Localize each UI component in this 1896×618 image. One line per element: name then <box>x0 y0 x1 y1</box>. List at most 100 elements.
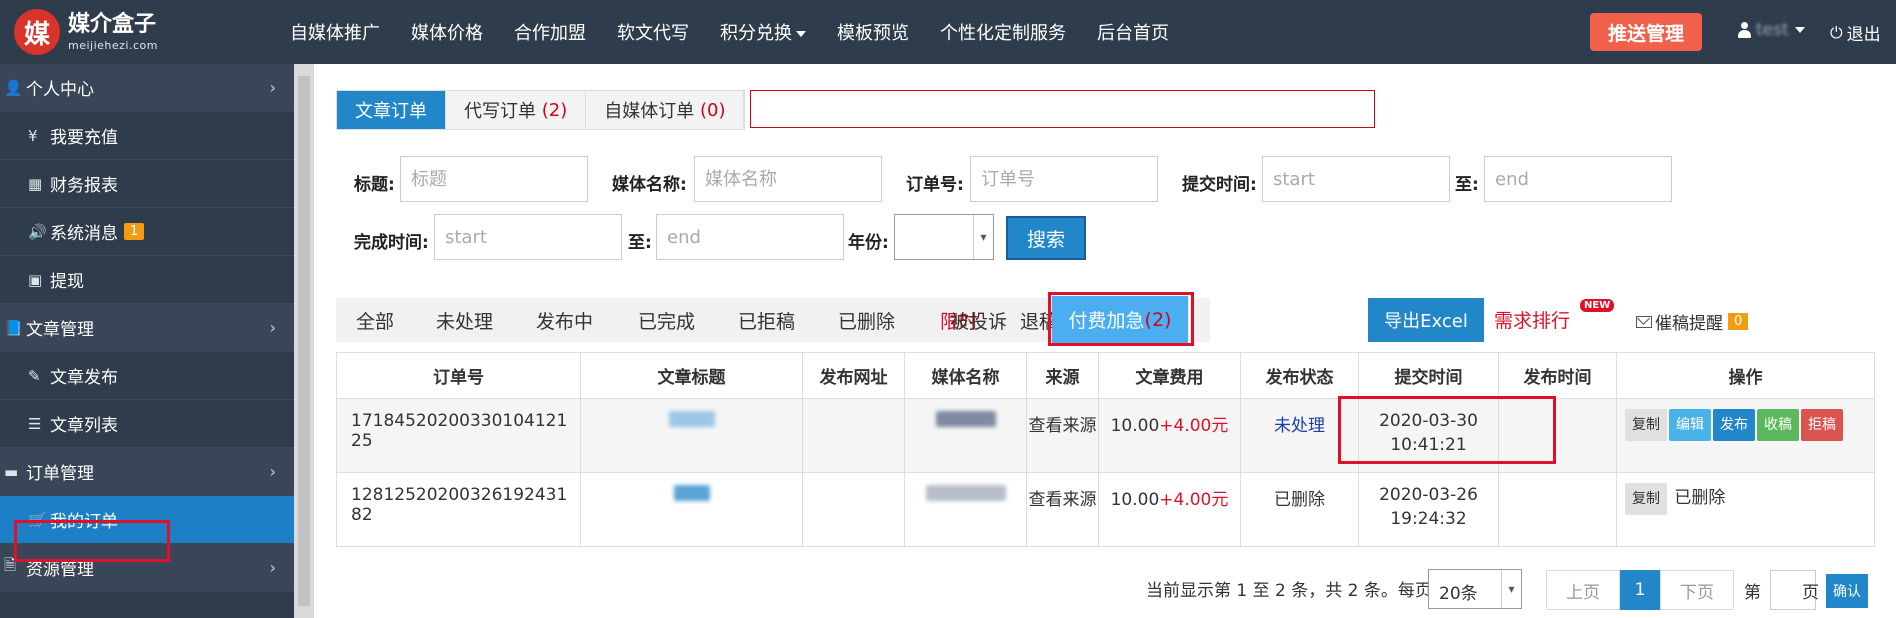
publish-time-cell <box>1498 472 1617 547</box>
col-header: 发布时间 <box>1498 352 1617 399</box>
article-title-cell[interactable] <box>580 472 803 547</box>
status-publishing[interactable]: 发布中 <box>536 298 593 342</box>
nav-media-price[interactable]: 媒体价格 <box>411 19 483 45</box>
receive-button[interactable]: 收稿 <box>1757 409 1799 441</box>
nav-self-media[interactable]: 自媒体推广 <box>290 19 380 45</box>
article-title-cell[interactable] <box>580 398 803 473</box>
orders-table: 订单号 文章标题 发布网址 媒体名称 来源 文章费用 发布状态 提交时间 发布时… <box>336 352 1875 547</box>
media-name-cell[interactable] <box>904 398 1027 473</box>
media-name-label: 媒体名称: <box>612 175 687 195</box>
tab-article-orders[interactable]: 文章订单 <box>337 91 446 129</box>
nav-custom-service[interactable]: 个性化定制服务 <box>940 19 1066 45</box>
confirm-page-button[interactable]: 确认 <box>1826 574 1868 608</box>
sidebar-item-messages[interactable]: 🔊 系统消息 1 <box>0 208 294 256</box>
fee-value: 10.00 <box>1110 416 1160 436</box>
next-page-button[interactable]: 下页 <box>1660 570 1734 610</box>
chevron-down-icon: ▾ <box>973 215 993 259</box>
status-pending[interactable]: 未处理 <box>436 298 493 342</box>
nav-templates[interactable]: 模板预览 <box>837 19 909 45</box>
page-label: 第 <box>1744 583 1761 603</box>
envelope-icon <box>1636 315 1652 328</box>
user-menu[interactable]: test <box>1738 20 1805 40</box>
publish-button[interactable]: 发布 <box>1713 409 1755 441</box>
user-icon: 👤 <box>4 78 23 97</box>
status-cell: 已删除 <box>1240 472 1359 547</box>
year-select[interactable]: ▾ <box>894 214 994 260</box>
sidebar-scrollbar[interactable] <box>294 64 314 618</box>
order-no-cell: 12812520200326192431​82 <box>336 472 581 547</box>
logout-button[interactable]: ⏻ 退出 <box>1830 20 1881 46</box>
edit-button[interactable]: 编辑 <box>1669 409 1711 441</box>
logo-mark: 媒 <box>14 9 60 55</box>
page-1-button[interactable]: 1 <box>1620 570 1660 610</box>
blurred-media <box>925 485 1006 501</box>
blurred-media <box>935 411 996 427</box>
title-label: 标题: <box>354 175 395 195</box>
remind-label: 催稿提醒 <box>1655 314 1723 334</box>
sidebar-group-label: 订单管理 <box>26 464 94 484</box>
source-cell[interactable]: 查看来源 <box>1026 398 1099 473</box>
table-row: 17184520200330104121​25 查看来源 10.00+4.00元… <box>336 398 1875 473</box>
sidebar-item-withdraw[interactable]: ▣ 提现 <box>0 256 294 304</box>
top-search-box[interactable] <box>750 90 1375 128</box>
search-button[interactable]: 搜索 <box>1006 216 1086 260</box>
submit-time-cell: 2020-03-26 19:24:32 <box>1358 472 1499 547</box>
tab-self-media-orders[interactable]: 自媒体订单 (0) <box>586 91 745 129</box>
tab-label: 代写订单 <box>464 101 536 122</box>
title-input[interactable] <box>400 156 588 202</box>
push-management-button[interactable]: 推送管理 <box>1590 13 1702 51</box>
publish-url-cell <box>802 472 905 547</box>
nav-partnership[interactable]: 合作加盟 <box>514 19 586 45</box>
remind-link[interactable]: 催稿提醒 0 <box>1636 309 1749 334</box>
status-all[interactable]: 全部 <box>356 298 394 342</box>
status-rejected[interactable]: 已拒稿 <box>738 298 795 342</box>
copy-button[interactable]: 复制 <box>1625 483 1667 515</box>
tab-ghostwrite-orders[interactable]: 代写订单 (2) <box>446 91 587 129</box>
year-label: 年份: <box>848 233 889 253</box>
submit-end-input[interactable] <box>1484 156 1672 202</box>
per-page-select[interactable]: 20条 ▾ <box>1428 569 1522 609</box>
sidebar-item-recharge[interactable]: ¥ 我要充值 <box>0 112 294 160</box>
sidebar-item-label: 我要充值 <box>50 128 118 148</box>
logout-label: 退出 <box>1846 25 1881 45</box>
edit-icon: ✎ <box>28 366 41 385</box>
finish-start-input[interactable] <box>434 214 622 260</box>
user-icon <box>1738 22 1751 38</box>
sidebar-item-article-list[interactable]: ☰ 文章列表 <box>0 400 294 448</box>
media-name-input[interactable] <box>694 156 882 202</box>
sidebar-group-orders[interactable]: ▬ 订单管理 › <box>0 448 294 496</box>
reject-button[interactable]: 拒稿 <box>1801 409 1843 441</box>
sidebar-group-personal[interactable]: 👤 个人中心 › <box>0 64 294 112</box>
status-complained[interactable]: 被投诉 <box>950 298 1007 342</box>
col-header: 发布状态 <box>1240 352 1359 399</box>
copy-button[interactable]: 复制 <box>1625 409 1667 441</box>
nav-points-exchange[interactable]: 积分兑换 <box>720 19 806 45</box>
status-done[interactable]: 已完成 <box>638 298 695 342</box>
source-cell[interactable]: 查看来源 <box>1026 472 1099 547</box>
export-excel-button[interactable]: 导出Excel <box>1368 298 1484 342</box>
highlight-box-paid <box>1048 292 1194 346</box>
scrollbar-thumb[interactable] <box>298 76 310 606</box>
nav-dashboard[interactable]: 后台首页 <box>1097 19 1169 45</box>
main-nav: 自媒体推广 媒体价格 合作加盟 软文代写 积分兑换 模板预览 个性化定制服务 后… <box>290 0 1200 64</box>
demand-rank-link[interactable]: 需求排行 <box>1494 306 1570 333</box>
sidebar-item-label: 提现 <box>50 272 84 292</box>
media-name-cell[interactable] <box>904 472 1027 547</box>
yen-icon: ¥ <box>28 126 38 145</box>
sidebar-group-articles[interactable]: 📘 文章管理 › <box>0 304 294 352</box>
logo[interactable]: 媒 媒介盒子 meijiehezi.com <box>14 8 158 56</box>
order-no-input[interactable] <box>970 156 1158 202</box>
nav-ghostwriting[interactable]: 软文代写 <box>617 19 689 45</box>
highlight-box-my-orders <box>14 520 170 562</box>
chevron-right-icon: › <box>269 78 276 97</box>
message-count-badge: 1 <box>124 223 145 240</box>
sidebar-item-finance[interactable]: ▦ 财务报表 <box>0 160 294 208</box>
submit-start-input[interactable] <box>1262 156 1450 202</box>
finish-end-input[interactable] <box>656 214 844 260</box>
list-icon: ☰ <box>28 414 42 433</box>
sidebar-item-publish[interactable]: ✎ 文章发布 <box>0 352 294 400</box>
sidebar-item-label: 财务报表 <box>50 176 118 196</box>
prev-page-button[interactable]: 上页 <box>1546 570 1620 610</box>
status-deleted[interactable]: 已删除 <box>838 298 895 342</box>
money-icon: ▣ <box>28 270 43 289</box>
